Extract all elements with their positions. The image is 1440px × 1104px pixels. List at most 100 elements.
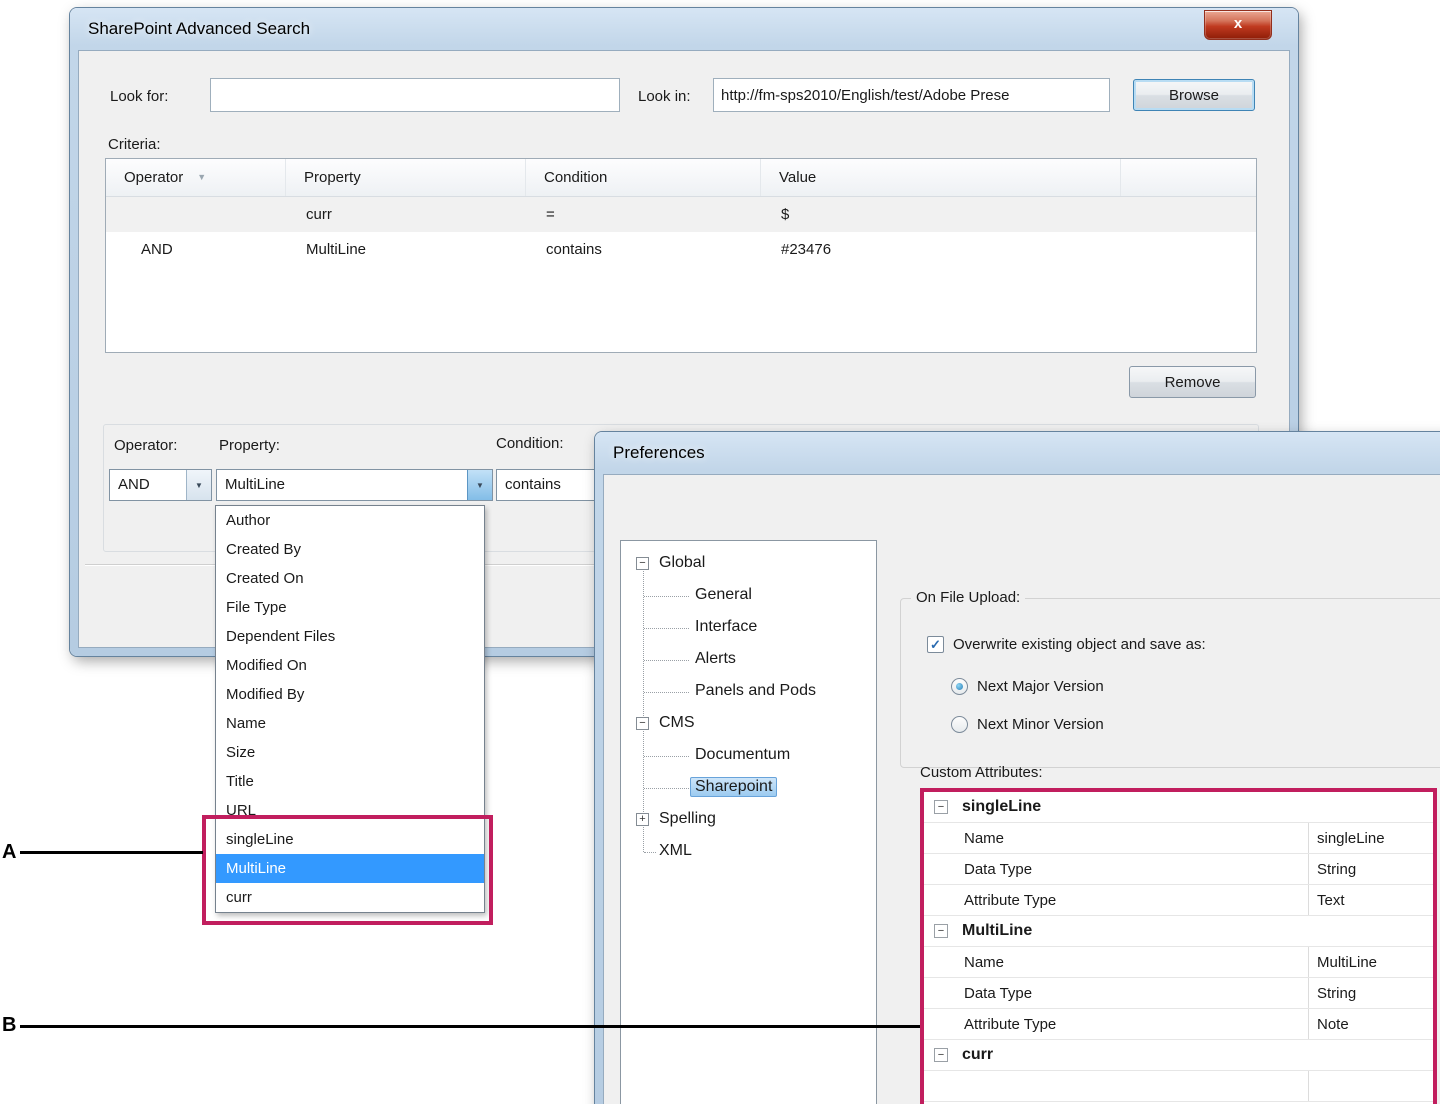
tree-connector [644,756,689,757]
attribute-row[interactable] [924,1071,1433,1102]
cell-value: #23476 [761,232,1121,267]
criteria-label: Criteria: [108,136,161,153]
attribute-prop: Data Type [924,854,1308,884]
collapse-icon[interactable]: − [636,717,649,730]
radio-unselected-icon[interactable] [951,716,968,733]
attribute-value: Note [1308,1009,1433,1039]
operator-combo[interactable]: AND ▼ [109,469,212,501]
expand-icon[interactable]: + [636,813,649,826]
attribute-row[interactable]: Name singleLine [924,823,1433,854]
attribute-value [1308,1071,1433,1101]
property-option[interactable]: Modified On [216,651,484,680]
condition-label: Condition: [496,435,564,452]
on-file-upload-label: On File Upload: [911,589,1025,606]
attribute-row[interactable]: Attribute Type Note [924,1009,1433,1040]
property-option[interactable]: File Type [216,593,484,622]
property-option[interactable]: Dependent Files [216,622,484,651]
attribute-prop: Attribute Type [924,1009,1308,1039]
radio-selected-icon[interactable] [951,678,968,695]
property-option[interactable]: Created By [216,535,484,564]
property-option[interactable]: Author [216,506,484,535]
overwrite-checkbox-row[interactable]: ✓ Overwrite existing object and save as: [927,636,1206,653]
tree-item-panels-and-pods[interactable]: Panels and Pods [621,679,876,705]
tree-item-label: CMS [659,714,695,732]
look-for-input[interactable] [210,78,620,112]
column-header-condition[interactable]: Condition [526,159,761,196]
checkbox-checked-icon[interactable]: ✓ [927,636,944,653]
chevron-down-icon[interactable]: ▼ [186,470,211,500]
attribute-group-row[interactable]: − singleLine [924,792,1433,823]
attribute-prop [924,1071,1308,1101]
collapse-icon[interactable]: − [934,800,948,814]
attribute-value: MultiLine [1308,947,1433,977]
browse-button[interactable]: Browse [1133,79,1255,111]
remove-button[interactable]: Remove [1129,366,1256,398]
attribute-row[interactable]: Data Type String [924,978,1433,1009]
attribute-prop: Name [924,947,1308,977]
column-header-property[interactable]: Property [286,159,526,196]
column-header-value[interactable]: Value [761,159,1121,196]
attribute-prop: Data Type [924,978,1308,1008]
callout-a-line [20,851,203,854]
attribute-row[interactable]: Attribute Type Text [924,885,1433,916]
tree-item-sharepoint[interactable]: Sharepoint [621,775,876,801]
criteria-row[interactable]: AND MultiLine contains #23476 [106,232,1256,267]
attribute-row[interactable]: Data Type String [924,854,1433,885]
close-button[interactable]: x [1204,10,1272,40]
next-minor-label: Next Minor Version [977,716,1104,733]
dialog-title: SharePoint Advanced Search [88,19,310,39]
property-option[interactable]: Modified By [216,680,484,709]
attribute-value: String [1308,978,1433,1008]
tree-item-label: Panels and Pods [695,682,816,700]
collapse-icon[interactable]: − [934,924,948,938]
operator-combo-value: AND [110,470,186,500]
cell-operator [106,197,286,232]
attribute-prop: Name [924,823,1308,853]
tree-item-spelling[interactable]: + Spelling [621,807,876,833]
sort-arrow-icon: ▼ [197,159,206,196]
tree-item-cms[interactable]: − CMS [621,711,876,737]
property-option[interactable]: Created On [216,564,484,593]
tree-item-alerts[interactable]: Alerts [621,647,876,673]
collapse-icon[interactable]: − [636,557,649,570]
column-header-filler [1121,159,1256,196]
column-header-operator[interactable]: Operator▼ [106,159,286,196]
cell-condition: contains [526,232,761,267]
criteria-row[interactable]: curr = $ [106,197,1256,232]
annotation-box-a [202,815,493,925]
preferences-dialog: Preferences − Global General Interface A… [595,432,1440,1104]
attribute-group-row[interactable]: − curr [924,1040,1433,1071]
tree-item-global[interactable]: − Global [621,551,876,577]
callout-b-line [20,1025,920,1028]
look-in-input[interactable] [713,78,1110,112]
chevron-down-icon[interactable]: ▼ [467,470,492,500]
tree-connector [644,628,689,629]
criteria-table: Operator▼ Property Condition Value curr … [105,158,1257,353]
tree-connector [644,596,689,597]
tree-item-xml[interactable]: XML [621,839,876,865]
property-option[interactable]: Title [216,767,484,796]
tree-item-label: Documentum [695,746,790,764]
look-in-label: Look in: [638,88,691,105]
tree-item-general[interactable]: General [621,583,876,609]
attribute-group-name: singleLine [962,798,1041,816]
next-major-version-radio-row[interactable]: Next Major Version [951,678,1104,695]
custom-attributes-label: Custom Attributes: [920,764,1043,781]
property-label: Property: [219,437,280,454]
tree-connector [644,660,689,661]
attribute-prop: Attribute Type [924,885,1308,915]
property-option[interactable]: Size [216,738,484,767]
property-option[interactable]: Name [216,709,484,738]
next-minor-version-radio-row[interactable]: Next Minor Version [951,716,1104,733]
tree-item-documentum[interactable]: Documentum [621,743,876,769]
tree-connector [644,692,689,693]
collapse-icon[interactable]: − [934,1048,948,1062]
tree-item-interface[interactable]: Interface [621,615,876,641]
on-file-upload-group: On File Upload: ✓ Overwrite existing obj… [900,598,1440,768]
tree-item-label: Interface [695,618,757,636]
next-major-label: Next Major Version [977,678,1104,695]
property-combo[interactable]: MultiLine ▼ [216,469,493,501]
cell-property: MultiLine [286,232,526,267]
attribute-row[interactable]: Name MultiLine [924,947,1433,978]
attribute-group-row[interactable]: − MultiLine [924,916,1433,947]
